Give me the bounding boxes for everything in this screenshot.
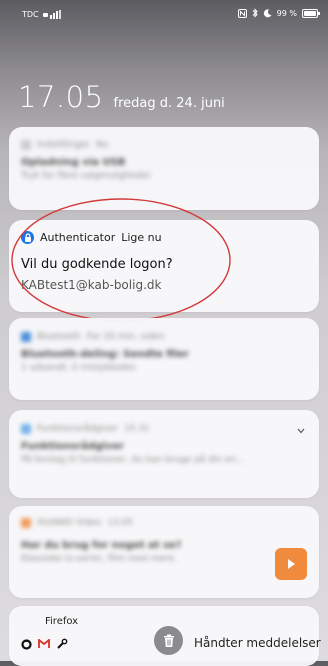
- notification-text: På forslag til funktioner, du kan bruge …: [21, 455, 245, 465]
- authenticator-header: Authenticator Lige nu: [21, 231, 162, 244]
- notification-app: Funktionsrådgiver: [37, 424, 118, 434]
- notification-card-authenticator[interactable]: Authenticator Lige nu Vil du godkende lo…: [9, 220, 319, 312]
- notification-card-advisor[interactable]: Funktionsrådgiver 15.31 Funktionsrådgive…: [9, 410, 319, 498]
- authenticator-lock-icon: [21, 231, 34, 244]
- authenticator-time: Lige nu: [121, 231, 162, 244]
- notification-time: 15.31: [123, 424, 150, 434]
- signal-icon: [42, 10, 61, 19]
- notification-app: Bluetooth: [37, 332, 81, 342]
- status-left: TDC: [22, 10, 62, 19]
- notification-card-usb[interactable]: Indstillinger Nu Opladning via USB Tryk …: [9, 127, 319, 210]
- battery-fill: [304, 10, 316, 16]
- notification-title: Funktionsrådgiver: [21, 441, 125, 452]
- notification-blurred-content: Bluetooth For 20 min. siden Bluetooth-de…: [9, 318, 319, 387]
- nfc-icon: [237, 8, 247, 18]
- play-icon: [288, 559, 295, 569]
- clock-date: fredag d. 24. juni: [113, 96, 225, 111]
- status-right: 99 %: [237, 8, 320, 18]
- notification-title: Bluetooth-deling: Sendte filer: [21, 349, 189, 360]
- notification-blurred-content: HUAWEI Video 13.05 Har du brug for noget…: [9, 506, 319, 576]
- notification-title: Har du brug for noget at se?: [21, 540, 182, 551]
- authenticator-body: KABtest1@kab-bolig.dk: [21, 278, 162, 292]
- status-bar: TDC 99 %: [0, 0, 328, 22]
- video-thumbnail: [275, 548, 307, 580]
- notification-text: 1 udsendt, 0 mislykkedes: [21, 363, 136, 373]
- gmail-icon: [38, 639, 50, 648]
- trash-icon: [163, 634, 174, 647]
- notification-time: For 20 min. siden: [86, 332, 165, 342]
- carrier-label: TDC: [22, 10, 39, 19]
- notification-blurred-content: Funktionsrådgiver 15.31 Funktionsrådgive…: [9, 410, 319, 479]
- authenticator-app-name: Authenticator: [40, 231, 116, 244]
- bluetooth-icon: [252, 8, 258, 18]
- notification-card-video[interactable]: HUAWEI Video 13.05 Har du brug for noget…: [9, 506, 319, 598]
- clock-app-icon: [21, 639, 32, 650]
- battery-percent: 99 %: [276, 8, 297, 18]
- lockscreen-clock: 17.05 fredag d. 24. juni: [18, 80, 225, 114]
- authenticator-title: Vil du godkende logon?: [21, 257, 173, 272]
- clear-notifications-button[interactable]: [154, 626, 183, 655]
- manage-notifications-link[interactable]: Håndter meddelelser: [194, 636, 321, 650]
- notification-time: 13.05: [107, 518, 134, 528]
- advisor-app-icon: [21, 424, 31, 434]
- notification-text: Tryk for flere valgmuligheder: [21, 171, 152, 181]
- notification-blurred-content: Indstillinger Nu Opladning via USB Tryk …: [9, 127, 319, 194]
- moon-icon: [263, 8, 272, 17]
- notification-title: Opladning via USB: [21, 157, 126, 168]
- notification-app: HUAWEI Video: [37, 518, 102, 528]
- notification-app: Indstillinger: [37, 140, 90, 150]
- wrench-icon: [57, 638, 68, 649]
- video-app-icon: [21, 518, 31, 528]
- battery-icon: [302, 8, 320, 18]
- clock-time: 17.05: [18, 80, 104, 114]
- notification-text: Klassiske tv-serier, film med mere.: [21, 554, 177, 564]
- bluetooth-app-icon: [21, 332, 31, 342]
- notification-time: Nu: [95, 140, 109, 150]
- notification-card-bluetooth[interactable]: Bluetooth For 20 min. siden Bluetooth-de…: [9, 318, 319, 400]
- settings-icon: [21, 140, 31, 150]
- chevron-down-icon[interactable]: [297, 428, 305, 434]
